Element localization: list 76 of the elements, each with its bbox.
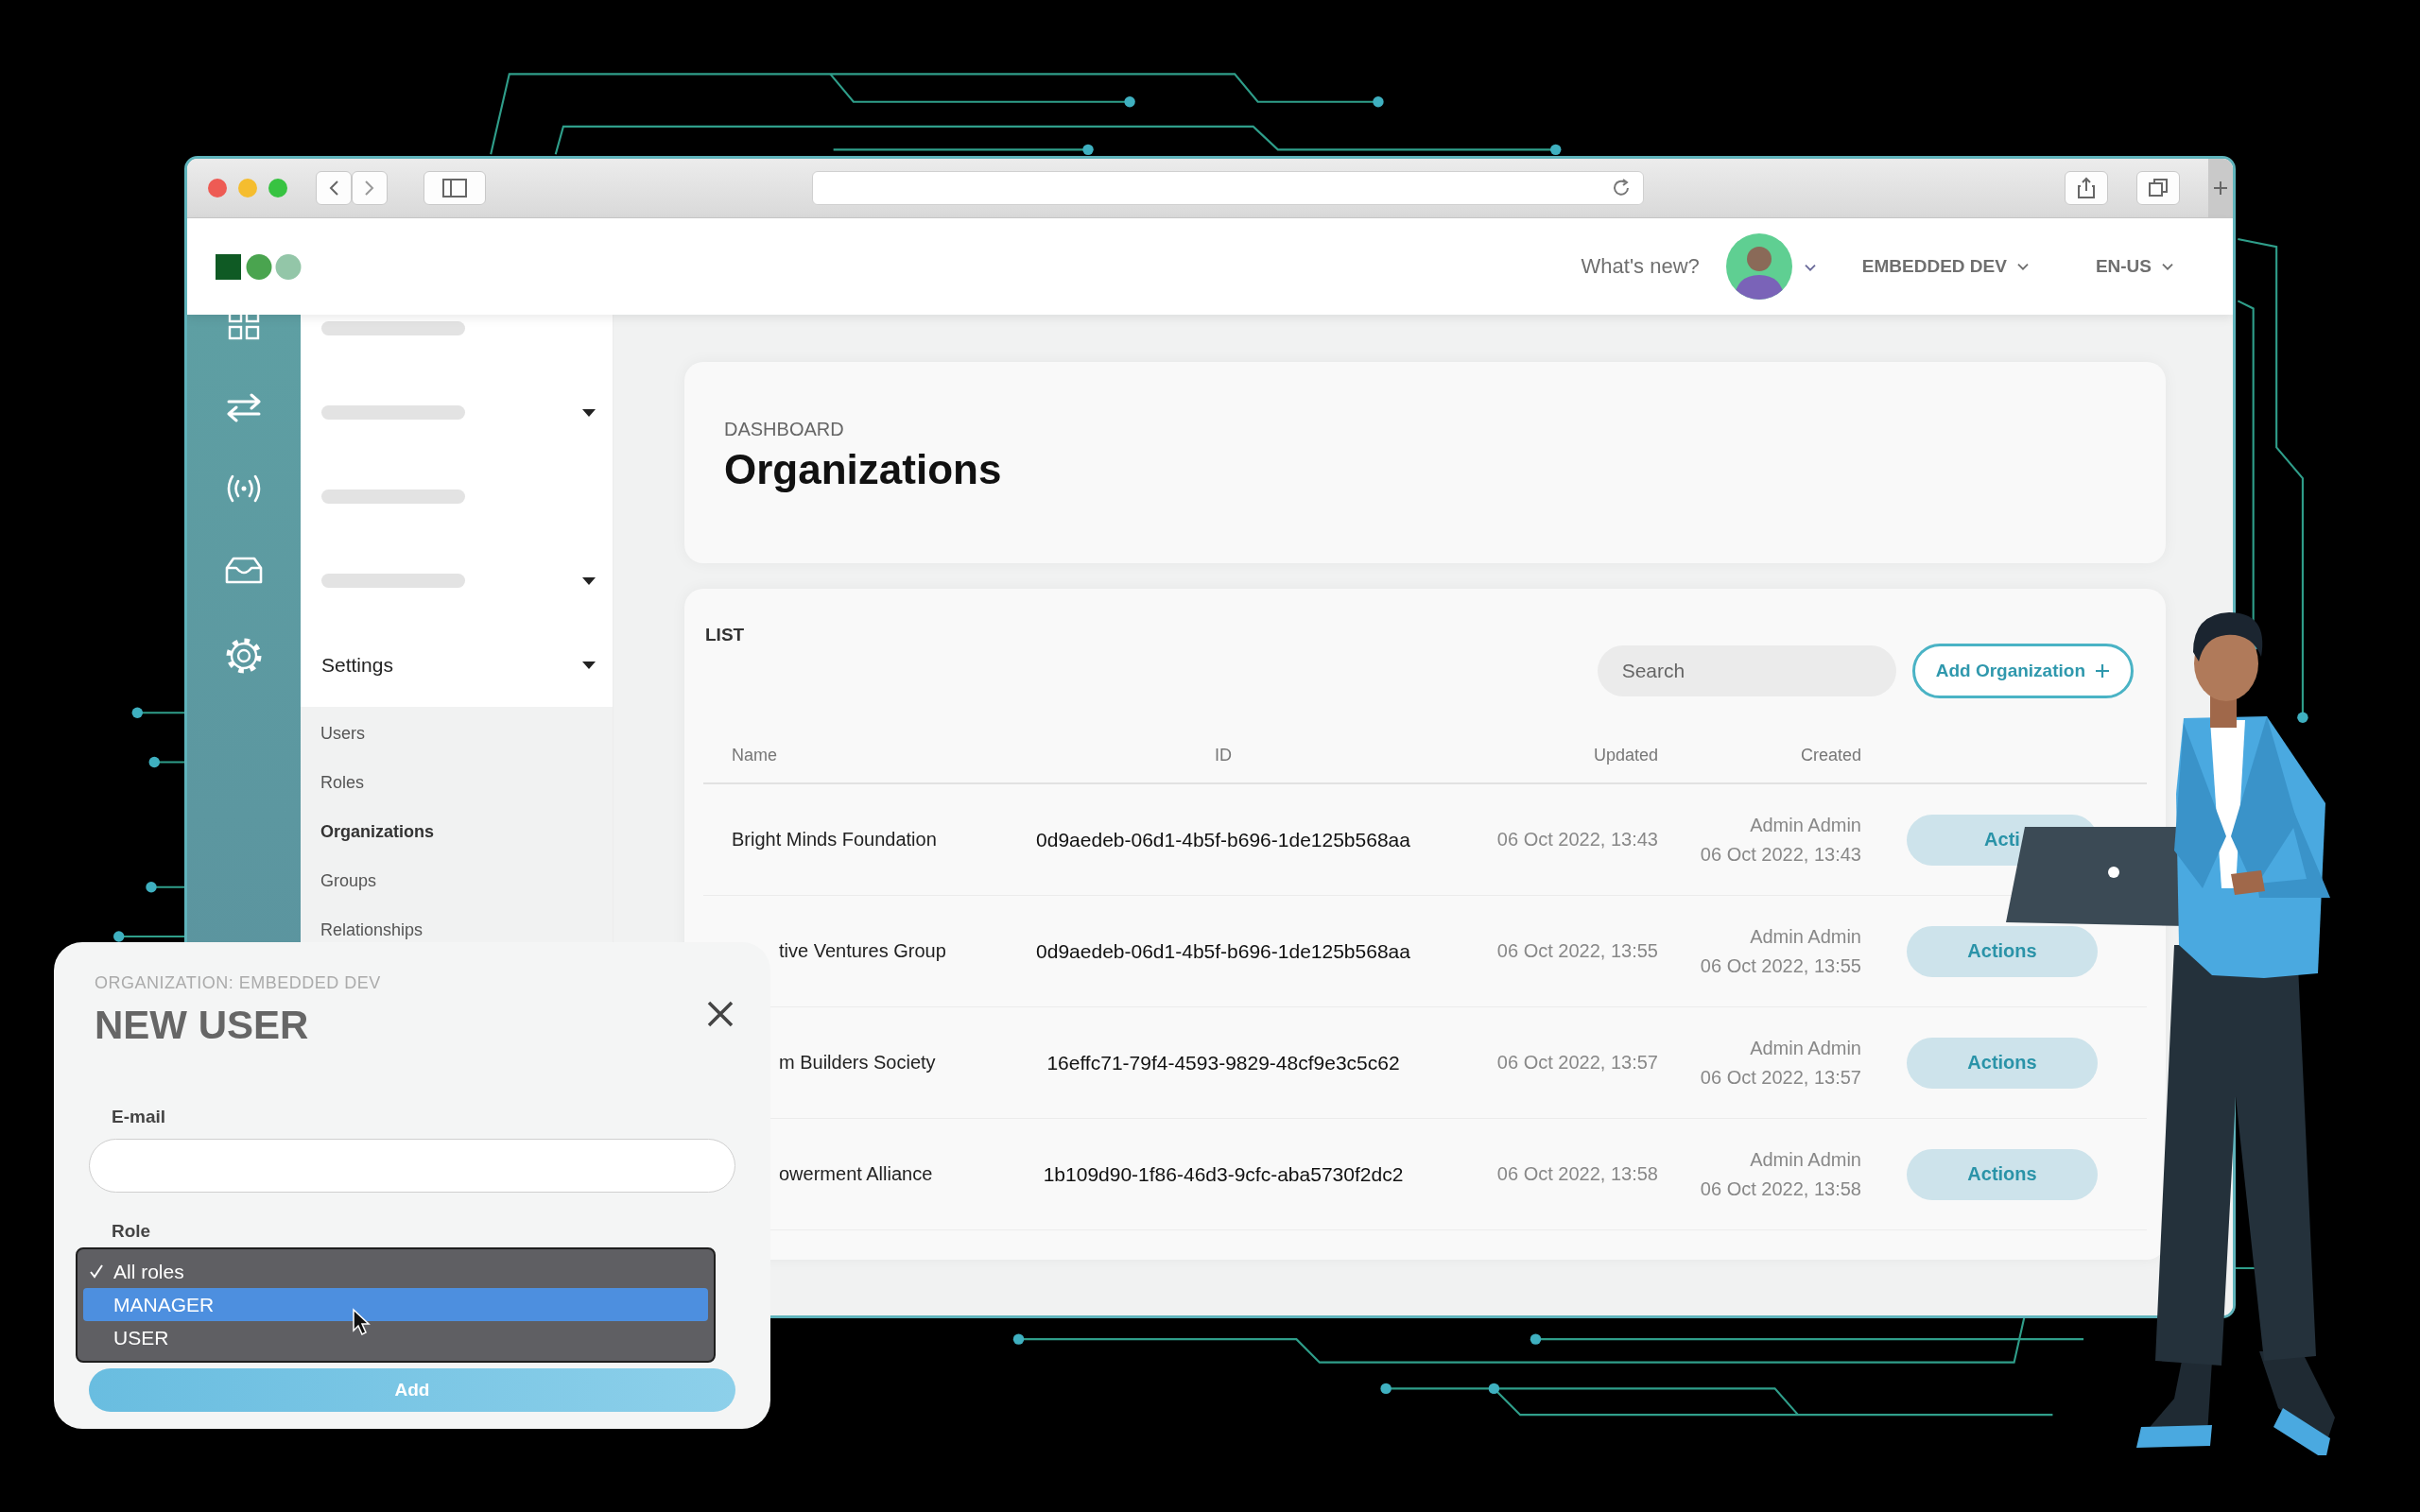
plus-icon: [2213, 180, 2228, 196]
created-date: 06 Oct 2022, 13:43: [1700, 843, 1861, 866]
column-header[interactable]: Updated: [1593, 745, 1658, 765]
circuit-line: [146, 882, 185, 893]
chevron-down-icon: [2161, 262, 2174, 271]
role-option[interactable]: USER: [83, 1321, 708, 1354]
mouse-cursor-icon: [352, 1308, 371, 1336]
close-icon[interactable]: [706, 1000, 735, 1028]
dialog-title: NEW USER: [95, 1003, 310, 1048]
created-date: 06 Oct 2022, 13:57: [1700, 1066, 1861, 1089]
plus-icon: [2095, 663, 2110, 679]
organization-id: 16effc71-79f4-4593-9829-48cf9e3c5c62: [1046, 1051, 1400, 1074]
created-by: Admin Admin: [1750, 814, 1861, 836]
caret-icon: [1803, 263, 1817, 271]
submenu-item[interactable]: Groups: [301, 856, 613, 905]
share-icon: [2077, 177, 2096, 199]
created-by: Admin Admin: [1750, 1148, 1861, 1171]
close-window-button[interactable]: [208, 179, 227, 198]
tabs-icon: [2148, 178, 2169, 198]
chevron-down-icon: [2015, 262, 2030, 271]
actions-button[interactable]: Actions: [1907, 1037, 2098, 1089]
submenu-item[interactable]: Roles: [301, 758, 613, 807]
dialog-subtitle: ORGANIZATION: EMBEDDED DEV: [95, 973, 381, 993]
inbox-icon[interactable]: [224, 555, 264, 585]
add-organization-button[interactable]: Add Organization: [1911, 644, 2134, 698]
email-field[interactable]: [89, 1139, 735, 1193]
actions-button[interactable]: Actions: [1907, 1148, 2098, 1200]
reload-icon[interactable]: [1611, 178, 1632, 198]
created-date: 06 Oct 2022, 13:55: [1700, 954, 1861, 977]
field-label: E-mail: [111, 1107, 167, 1127]
sidebar-icon: [442, 179, 467, 198]
address-field[interactable]: [812, 171, 1644, 205]
column-header[interactable]: Created: [1800, 745, 1861, 765]
column-header[interactable]: Name: [732, 745, 777, 765]
maximize-window-button[interactable]: [268, 179, 287, 198]
updated-date: 06 Oct 2022, 13:43: [1496, 829, 1658, 850]
logo-icon[interactable]: [216, 252, 302, 281]
search-field[interactable]: Search: [1597, 645, 1896, 696]
sidebar-button[interactable]: [424, 171, 486, 205]
tabs-button[interactable]: [2136, 171, 2180, 205]
chevron-right-icon: [364, 180, 375, 197]
whats-new-link[interactable]: What's new?: [1581, 254, 1700, 279]
dashboard-icon[interactable]: [227, 315, 261, 341]
updated-date: 06 Oct 2022, 13:57: [1496, 1052, 1658, 1074]
breadcrumb: DASHBOARD: [724, 419, 845, 440]
organization-id: 1b109d90-1f86-46d3-9cfc-aba5730f2dc2: [1043, 1162, 1404, 1186]
column-header[interactable]: ID: [1215, 745, 1232, 765]
organization-name-cell: Bright Minds Foundation: [703, 784, 987, 896]
forward-button[interactable]: [352, 171, 388, 205]
created-by: Admin Admin: [1750, 1037, 1861, 1059]
organization-id: 0d9aedeb-06d1-4b5f-b696-1de125b568aa: [1036, 828, 1410, 851]
updated-date: 06 Oct 2022, 13:58: [1496, 1163, 1658, 1185]
settings-icon[interactable]: [224, 636, 264, 676]
field-label: Role: [111, 1221, 152, 1242]
swap-arrows-icon[interactable]: [225, 392, 263, 422]
back-button[interactable]: [316, 171, 352, 205]
created-date: 06 Oct 2022, 13:58: [1700, 1177, 1861, 1200]
new-tab-button[interactable]: [2208, 159, 2233, 217]
updated-date: 06 Oct 2022, 13:55: [1496, 940, 1658, 962]
circuit-line: [148, 756, 185, 768]
submenu-item[interactable]: Organizations: [301, 807, 613, 856]
language-menu[interactable]: EN-US: [2095, 256, 2174, 277]
settings-menu-item[interactable]: Settings: [301, 623, 613, 707]
account-menu[interactable]: EMBEDDED DEV: [1861, 256, 2030, 277]
role-option[interactable]: All roles: [83, 1255, 708, 1288]
page-title: Organizations: [724, 446, 1003, 493]
actions-button[interactable]: Actions: [1907, 925, 2098, 977]
submenu-item[interactable]: Users: [301, 709, 613, 758]
organization-id: 0d9aedeb-06d1-4b5f-b696-1de125b568aa: [1036, 939, 1410, 963]
chevron-left-icon: [328, 180, 339, 197]
share-button[interactable]: [2065, 171, 2108, 205]
role-option[interactable]: MANAGER: [83, 1288, 708, 1321]
check-icon: [89, 1263, 104, 1279]
circuit-line: [131, 707, 185, 718]
list-title: LIST: [705, 625, 746, 645]
created-by: Admin Admin: [1750, 925, 1861, 948]
